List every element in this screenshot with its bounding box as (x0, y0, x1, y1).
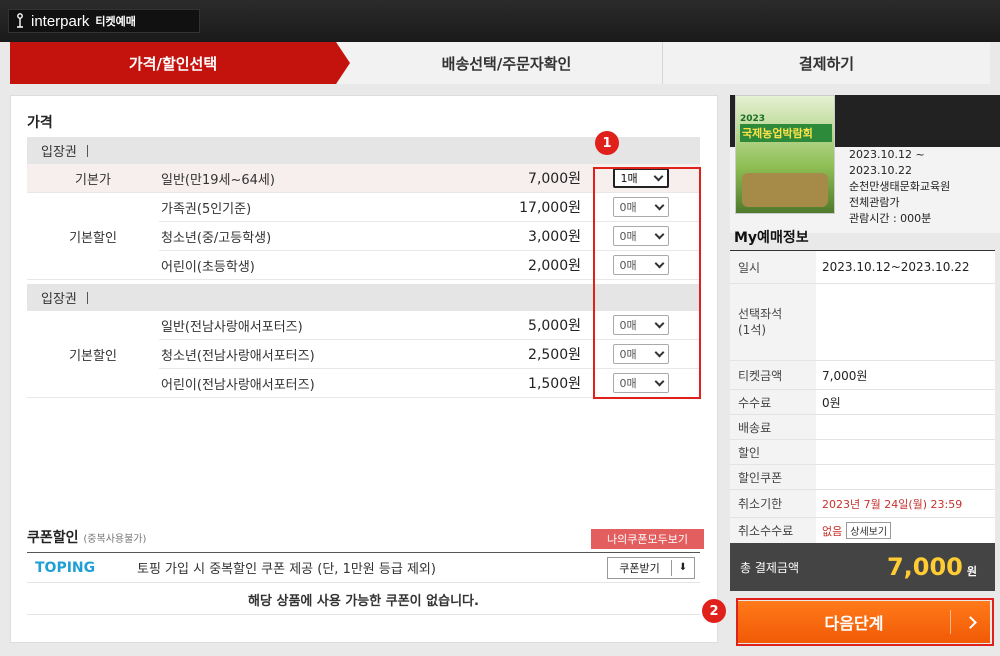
poster-image (742, 173, 828, 207)
total-amount: 7,000 (886, 553, 963, 581)
interpark-logo-icon (17, 13, 23, 28)
event-date-start: 2023.10.12 ~ (849, 148, 925, 161)
coupon-title-text: 쿠폰할인 (27, 530, 79, 546)
info-value: 7,000원 (822, 368, 868, 383)
info-row-cancel-deadline: 취소기한 2023년 7월 24일(월) 23:59 (730, 490, 995, 518)
brand-name: interpark (31, 12, 90, 30)
info-value (816, 284, 995, 360)
poster-year: 2023 (740, 114, 766, 124)
divider (86, 291, 88, 304)
row-name: 가족권(5인기준) (161, 201, 252, 217)
event-date-end: 2023.10.22 (849, 164, 912, 177)
booking-sidebar: 2023 국제농업박람회 2023국제농업박람회 - 순천 2023.10.12… (730, 95, 1000, 643)
detail-button[interactable]: 상세보기 (846, 522, 892, 539)
info-key: 티켓금액 (730, 361, 816, 389)
info-key: 할인쿠폰 (730, 465, 816, 489)
info-row-cancel-fee: 취소수수료 없음 상세보기 (730, 518, 995, 544)
tab-price-discount[interactable]: 가격/할인선택 (10, 42, 350, 84)
step-tabs: 가격/할인선택 배송선택/주문자확인 결제하기 (10, 42, 990, 84)
info-key: 취소수수료 (730, 518, 816, 543)
price-section-title: 가격 (27, 115, 53, 131)
row-price: 1,500원 (528, 376, 581, 392)
row-price: 2,000원 (528, 258, 581, 274)
divider (86, 144, 88, 157)
row-price: 2,500원 (528, 347, 581, 363)
info-value: 0원 (822, 395, 841, 410)
info-key: 취소기한 (730, 490, 816, 517)
event-info: 2023.10.12 ~ 2023.10.22 순천만생태문화교육원 전체관람가… (849, 147, 999, 227)
info-row-discount: 할인 (730, 440, 995, 465)
row-category: 기본할인 (27, 193, 159, 280)
tab-payment[interactable]: 결제하기 (662, 42, 990, 84)
brand-sub: 티켓예매 (95, 15, 136, 28)
group-header-label: 입장권 (41, 292, 77, 307)
total-label: 총 결제금액 (740, 560, 800, 575)
info-key: 일시 (730, 251, 816, 283)
event-duration: 관람시간 : 000분 (849, 212, 932, 225)
coupon-section-title: 쿠폰할인 (중복사용불가) (27, 527, 146, 547)
row-name: 일반(전남사랑애서포터즈) (161, 319, 303, 335)
coupon-note: (중복사용불가) (83, 534, 147, 545)
info-row-ticket: 티켓금액 7,000원 (730, 361, 995, 390)
row-price: 5,000원 (528, 318, 581, 334)
info-key: 선택좌석 (1석) (730, 284, 816, 360)
row-name: 일반(만19세~64세) (161, 172, 275, 188)
my-coupons-button[interactable]: 나의쿠폰모두보기 (591, 529, 704, 549)
info-value (816, 465, 995, 489)
event-poster: 2023 국제농업박람회 (735, 95, 835, 214)
info-key: 할인 (730, 440, 816, 464)
row-category: 기본가 (75, 172, 111, 188)
event-venue: 순천만생태문화교육원 (849, 180, 951, 193)
info-row-datetime: 일시 2023.10.12~2023.10.22 (730, 251, 995, 284)
get-coupon-label: 쿠폰받기 (608, 559, 672, 576)
total-value: 7,000 원 (816, 553, 995, 581)
row-name: 어린이(초등학생) (161, 259, 255, 275)
step-badge-2: 2 (702, 599, 726, 623)
info-row-delivery: 배송료 (730, 415, 995, 440)
no-coupon-message: 해당 상품에 사용 가능한 쿠폰이 없습니다. (27, 585, 700, 615)
my-booking-table: 일시 2023.10.12~2023.10.22 선택좌석 (1석) 티켓금액 … (730, 250, 995, 544)
info-value: 2023년 7월 24일(월) 23:59 (822, 497, 963, 511)
info-value: 2023.10.12~2023.10.22 (822, 260, 970, 274)
download-icon: ⬇ (678, 562, 688, 573)
get-coupon-button[interactable]: 쿠폰받기 ⬇ (607, 556, 695, 579)
poster-name: 국제농업박람회 (740, 124, 832, 142)
cancel-fee-value: 없음 (822, 524, 843, 538)
row-price: 7,000원 (528, 171, 581, 187)
row-price: 17,000원 (519, 200, 581, 216)
top-bar: interpark 티켓예매 (0, 0, 1000, 42)
row-price: 3,000원 (528, 229, 581, 245)
highlight-box-quantities (593, 167, 701, 399)
info-value (816, 415, 995, 439)
step-badge-1: 1 (595, 131, 619, 155)
info-row-fee: 수수료 0원 (730, 390, 995, 415)
my-booking-title: My예매정보 (734, 230, 809, 246)
total-unit: 원 (966, 565, 977, 578)
coupon-offer-row: TOPING 토핑 가입 시 중복할인 쿠폰 제공 (단, 1만원 등급 제외)… (27, 553, 700, 583)
info-row-coupon: 할인쿠폰 (730, 465, 995, 490)
total-amount-bar: 총 결제금액 7,000 원 (730, 543, 995, 591)
info-value: 없음 상세보기 (816, 518, 995, 543)
event-rating: 전체관람가 (849, 196, 900, 209)
tab-delivery-confirm[interactable]: 배송선택/주문자확인 (336, 42, 662, 84)
row-category: 기본할인 (27, 311, 159, 398)
toping-logo: TOPING (35, 559, 96, 576)
highlight-box-next (736, 598, 994, 646)
info-value (816, 440, 995, 464)
coupon-offer-text: 토핑 가입 시 중복할인 쿠폰 제공 (단, 1만원 등급 제외) (137, 562, 436, 577)
info-row-seat: 선택좌석 (1석) (730, 284, 995, 361)
group-header-label: 입장권 (41, 145, 77, 160)
row-name: 어린이(전남사랑애서포터즈) (161, 377, 315, 393)
info-key: 수수료 (730, 390, 816, 414)
event-title: 2023국제농업박람회 - 순천 (848, 103, 995, 138)
info-key: 배송료 (730, 415, 816, 439)
interpark-logo[interactable]: interpark 티켓예매 (8, 9, 200, 33)
row-name: 청소년(중/고등학생) (161, 230, 272, 246)
row-name: 청소년(전남사랑애서포터즈) (161, 348, 315, 364)
